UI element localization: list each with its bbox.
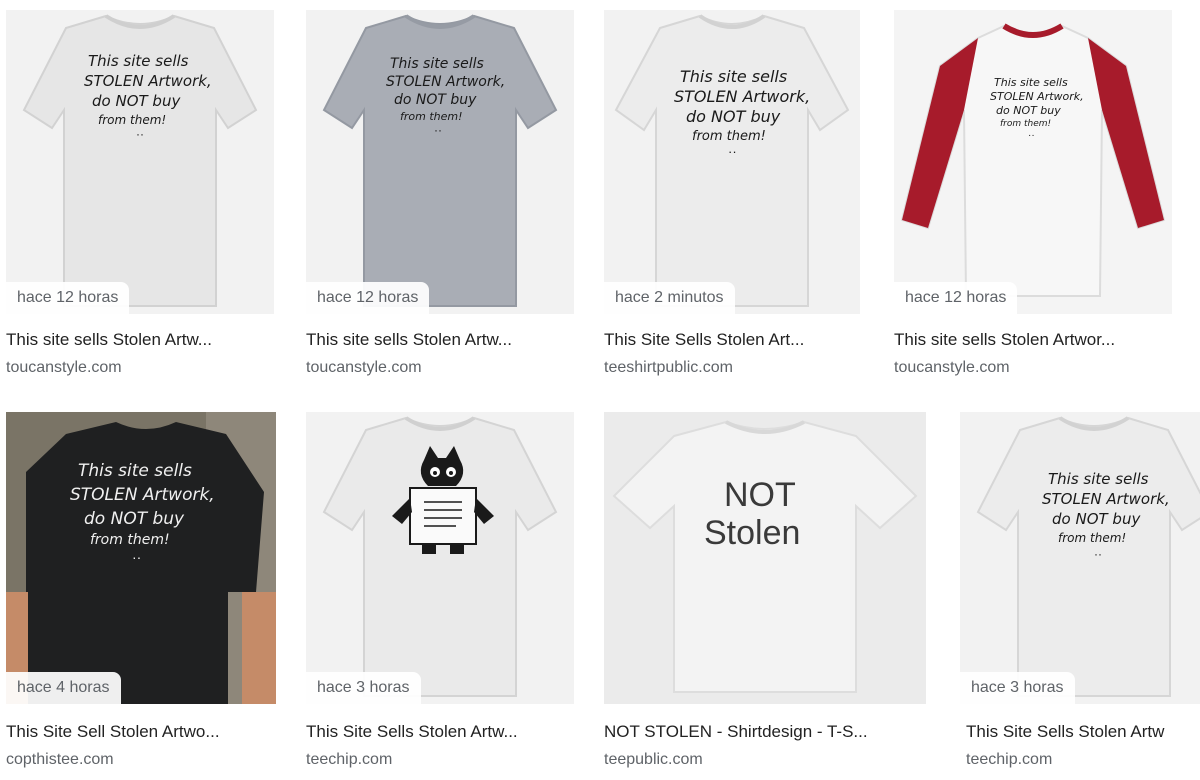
result-card[interactable]: hace 3 horas This Site Sells Stolen Artw… <box>300 412 590 780</box>
shirt-text: STOLEN Artwork, <box>674 87 810 106</box>
result-card[interactable]: This site sells STOLEN Artwork, do NOT b… <box>0 412 290 780</box>
shirt-text: from them! <box>1058 531 1126 545</box>
shirt-text: do NOT buy <box>1052 510 1141 528</box>
result-card[interactable]: This site sells STOLEN Artwork, do NOT b… <box>888 10 1200 390</box>
face-doodle: ·· <box>1028 130 1035 141</box>
shirt-text: from them! <box>692 129 766 144</box>
shirt-text: This site sells <box>78 461 192 481</box>
result-source[interactable]: toucanstyle.com <box>894 358 1010 378</box>
shirt-text: STOLEN Artwork, <box>990 90 1084 103</box>
result-thumbnail[interactable]: This site sells STOLEN Artwork, do NOT b… <box>6 412 276 704</box>
tshirt-image <box>322 416 558 697</box>
shirt-text: STOLEN Artwork, <box>70 485 215 505</box>
shirt-text: STOLEN Artwork, <box>84 72 212 90</box>
time-badge: hace 12 horas <box>6 282 130 314</box>
time-badge: hace 3 horas <box>960 672 1075 704</box>
result-thumbnail[interactable]: This site sells STOLEN Artwork, do NOT b… <box>894 10 1172 314</box>
result-thumbnail[interactable]: This site sells STOLEN Artwork, do NOT b… <box>6 10 274 314</box>
result-card[interactable]: This site sells STOLEN Artwork, do NOT b… <box>598 10 888 390</box>
shirt-text: do NOT buy <box>686 107 781 126</box>
tshirt-image: This site sells STOLEN Artwork, do NOT b… <box>322 14 558 307</box>
result-title[interactable]: This Site Sell Stolen Artwo... <box>6 722 276 742</box>
face-doodle: ·· <box>434 123 442 137</box>
shirt-text: from them! <box>90 532 170 548</box>
result-source[interactable]: copthistee.com <box>6 750 114 770</box>
result-source[interactable]: teepublic.com <box>604 750 703 770</box>
result-card[interactable]: This site sells STOLEN Artwork, do NOT b… <box>0 10 290 390</box>
face-doodle: ·· <box>728 144 737 159</box>
face-doodle: ·· <box>132 549 141 565</box>
result-thumbnail[interactable]: hace 3 horas <box>306 412 574 704</box>
shirt-text: This site sells <box>1048 470 1149 488</box>
result-source[interactable]: teechip.com <box>966 750 1052 770</box>
result-source[interactable]: toucanstyle.com <box>6 358 122 378</box>
shirt-text: This site sells <box>390 56 484 72</box>
shirt-text: Stolen <box>704 514 800 552</box>
tshirt-photo: This site sells STOLEN Artwork, do NOT b… <box>6 412 276 704</box>
result-thumbnail[interactable]: This site sells STOLEN Artwork, do NOT b… <box>604 10 860 314</box>
tshirt-image: This site sells STOLEN Artwork, do NOT b… <box>614 14 850 307</box>
shirt-text: This site sells <box>88 52 189 70</box>
result-title[interactable]: This site sells Stolen Artwor... <box>894 330 1194 350</box>
shirt-text: do NOT buy <box>92 92 181 110</box>
shirt-text: do NOT buy <box>996 104 1061 117</box>
result-card[interactable]: This site sells STOLEN Artwork, do NOT b… <box>956 412 1200 780</box>
shirt-text: from them! <box>1000 119 1051 129</box>
result-title[interactable]: This Site Sells Stolen Art... <box>604 330 874 350</box>
time-badge: hace 3 horas <box>306 672 421 704</box>
result-source[interactable]: toucanstyle.com <box>306 358 422 378</box>
tshirt-image: NOT Stolen <box>604 412 926 704</box>
result-title[interactable]: This site sells Stolen Artw... <box>6 330 276 350</box>
shirt-text: This site sells <box>994 76 1068 89</box>
time-badge: hace 12 horas <box>306 282 430 314</box>
shirt-text: from them! <box>98 113 166 127</box>
time-badge: hace 2 minutos <box>604 282 735 314</box>
face-doodle: ·· <box>1094 547 1102 561</box>
result-thumbnail[interactable]: This site sells STOLEN Artwork, do NOT b… <box>306 10 574 314</box>
face-doodle: ·· <box>136 127 144 141</box>
time-badge: hace 12 horas <box>894 282 1018 314</box>
tshirt-image: This site sells STOLEN Artwork, do NOT b… <box>976 416 1200 697</box>
result-thumbnail[interactable]: This site sells STOLEN Artwork, do NOT b… <box>960 412 1200 704</box>
result-source[interactable]: teechip.com <box>306 750 392 770</box>
result-card[interactable]: This site sells STOLEN Artwork, do NOT b… <box>300 10 590 390</box>
tshirt-image: This site sells STOLEN Artwork, do NOT b… <box>900 23 1166 297</box>
shirt-text: NOT <box>724 476 796 514</box>
result-source[interactable]: teeshirtpublic.com <box>604 358 733 378</box>
result-title[interactable]: This Site Sells Stolen Artw... <box>306 722 576 742</box>
result-thumbnail[interactable]: NOT Stolen <box>604 412 926 704</box>
result-title[interactable]: NOT STOLEN - Shirtdesign - T-S... <box>604 722 924 742</box>
result-title[interactable]: This Site Sells Stolen Artw <box>966 722 1200 742</box>
time-badge: hace 4 horas <box>6 672 121 704</box>
result-card[interactable]: NOT Stolen NOT STOLEN - Shirtdesign - T-… <box>598 412 938 780</box>
shirt-text: STOLEN Artwork, <box>1042 490 1170 508</box>
shirt-text: do NOT buy <box>84 509 185 529</box>
shirt-text: from them! <box>400 110 463 123</box>
shirt-text: This site sells <box>680 67 787 86</box>
shirt-text: do NOT buy <box>394 92 477 108</box>
shirt-text: STOLEN Artwork, <box>386 74 505 90</box>
result-title[interactable]: This site sells Stolen Artw... <box>306 330 576 350</box>
tshirt-image: This site sells STOLEN Artwork, do NOT b… <box>22 14 258 307</box>
